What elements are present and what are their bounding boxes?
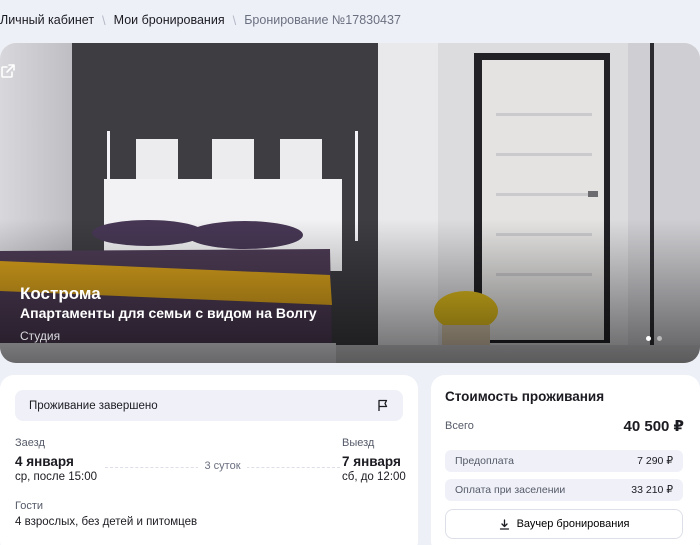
breadcrumb-item-account[interactable]: Личный кабинет — [0, 13, 94, 27]
checkin-time: ср, после 15:00 — [15, 471, 97, 483]
listing-city: Кострома — [20, 284, 101, 303]
onsite-payment-row: Оплата при заселении 33 210 ₽ — [445, 479, 683, 501]
total-value: 40 500 ₽ — [623, 418, 684, 435]
prepayment-row: Предоплата 7 290 ₽ — [445, 450, 683, 472]
listing-type: Студия — [20, 329, 61, 343]
total-label: Всего — [445, 420, 474, 432]
download-voucher-button[interactable]: Ваучер бронирования — [445, 509, 683, 539]
breadcrumb-separator: \ — [232, 12, 237, 28]
onsite-payment-value: 33 210 ₽ — [631, 484, 673, 496]
stay-status-text: Проживание завершено — [29, 399, 158, 412]
onsite-payment-label: Оплата при заселении — [455, 484, 566, 496]
listing-title: Апартаменты для семьи с видом на Волгу — [20, 305, 317, 321]
open-gallery-external-link-icon[interactable] — [0, 63, 16, 79]
guests-value: 4 взрослых, без детей и питомцев — [15, 516, 198, 528]
checkin-label: Заезд — [15, 437, 45, 449]
checkout-label: Выезд — [342, 437, 375, 449]
checkout-date: 7 января — [342, 454, 401, 469]
breadcrumb-item-current-booking: Бронирование №17830437 — [244, 13, 401, 27]
download-icon — [499, 518, 509, 530]
gallery-dot-1[interactable] — [646, 336, 651, 341]
checkin-date: 4 января — [15, 454, 74, 469]
nights-count: 3 суток — [105, 460, 340, 472]
listing-photo-gallery[interactable]: Кострома Апартаменты для семьи с видом н… — [0, 43, 700, 363]
prepayment-label: Предоплата — [455, 455, 514, 467]
price-card-title: Стоимость проживания — [445, 389, 605, 404]
flag-icon — [378, 399, 388, 411]
stay-status-banner[interactable]: Проживание завершено — [15, 390, 403, 421]
checkout-time: сб, до 12:00 — [342, 471, 406, 483]
prepayment-value: 7 290 ₽ — [637, 455, 673, 467]
gallery-dot-2[interactable] — [657, 336, 662, 341]
breadcrumb-item-bookings[interactable]: Мои бронирования — [114, 13, 225, 27]
nights-count-text: 3 суток — [198, 460, 247, 472]
breadcrumb: Личный кабинет \ Мои бронирования \ Брон… — [0, 8, 401, 32]
guests-label: Гости — [15, 500, 44, 512]
breadcrumb-separator: \ — [102, 12, 106, 28]
gallery-pagination — [646, 336, 662, 341]
download-voucher-label: Ваучер бронирования — [516, 518, 630, 530]
